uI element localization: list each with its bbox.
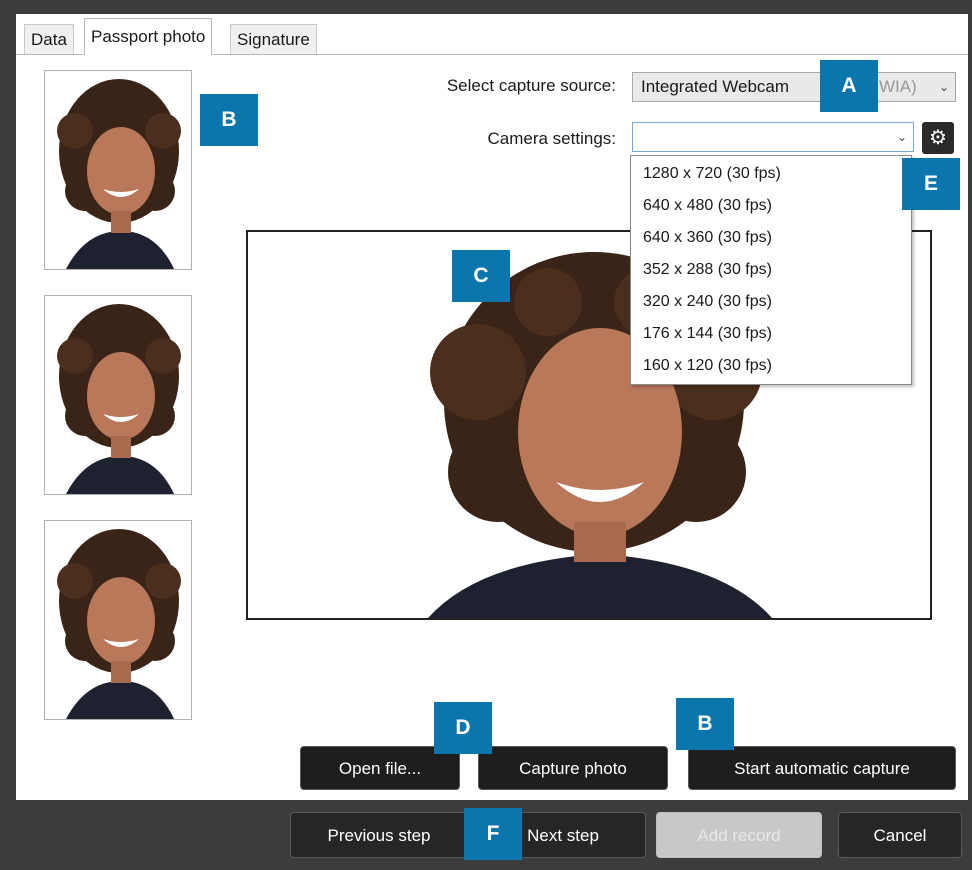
- annotation-marker-f: F: [464, 808, 522, 860]
- dropdown-option[interactable]: 640 x 360 (30 fps): [631, 222, 911, 254]
- camera-settings-gear-button[interactable]: ⚙: [922, 122, 954, 154]
- previous-step-button[interactable]: Previous step: [290, 812, 468, 858]
- photo-thumbnail-3[interactable]: [44, 520, 192, 720]
- photo-thumbnail-2[interactable]: [44, 295, 192, 495]
- annotation-marker-c: C: [452, 250, 510, 302]
- capture-source-value-suffix: WIA): [879, 77, 917, 96]
- camera-settings-select[interactable]: ⌄: [632, 122, 914, 152]
- dropdown-option[interactable]: 352 x 288 (30 fps): [631, 254, 911, 286]
- capture-source-label: Select capture source:: [446, 76, 616, 95]
- photo-thumbnail-1[interactable]: [44, 70, 192, 270]
- capture-source-select[interactable]: Integrated Webcam WIA) ⌄: [632, 72, 956, 102]
- tab-data[interactable]: Data: [24, 24, 74, 54]
- annotation-marker-e: E: [902, 158, 960, 210]
- annotation-marker-a: A: [820, 60, 878, 112]
- annotation-marker-d: D: [434, 702, 492, 754]
- dropdown-option[interactable]: 640 x 480 (30 fps): [631, 190, 911, 222]
- portrait-image: [45, 521, 191, 719]
- portrait-image: [45, 71, 191, 269]
- tab-passport-photo[interactable]: Passport photo: [84, 18, 213, 55]
- chevron-down-icon: ⌄: [896, 130, 907, 144]
- dropdown-option[interactable]: 160 x 120 (30 fps): [631, 350, 911, 382]
- camera-settings-dropdown: 1280 x 720 (30 fps) 640 x 480 (30 fps) 6…: [630, 155, 912, 385]
- dropdown-option[interactable]: 1280 x 720 (30 fps): [631, 158, 911, 190]
- gear-icon: ⚙: [929, 127, 947, 149]
- capture-photo-button[interactable]: Capture photo: [478, 746, 668, 790]
- capture-source-value: Integrated Webcam: [641, 77, 790, 96]
- dropdown-option[interactable]: 176 x 144 (30 fps): [631, 318, 911, 350]
- camera-settings-label: Camera settings:: [487, 129, 617, 148]
- portrait-image: [45, 296, 191, 494]
- cancel-button[interactable]: Cancel: [838, 812, 962, 858]
- chevron-down-icon: ⌄: [938, 80, 949, 94]
- annotation-marker-b-bottom: B: [676, 698, 734, 750]
- add-record-button[interactable]: Add record: [656, 812, 822, 858]
- tab-signature[interactable]: Signature: [230, 24, 317, 54]
- dropdown-option[interactable]: 320 x 240 (30 fps): [631, 286, 911, 318]
- annotation-marker-b-top: B: [200, 94, 258, 146]
- start-automatic-capture-button[interactable]: Start automatic capture: [688, 746, 956, 790]
